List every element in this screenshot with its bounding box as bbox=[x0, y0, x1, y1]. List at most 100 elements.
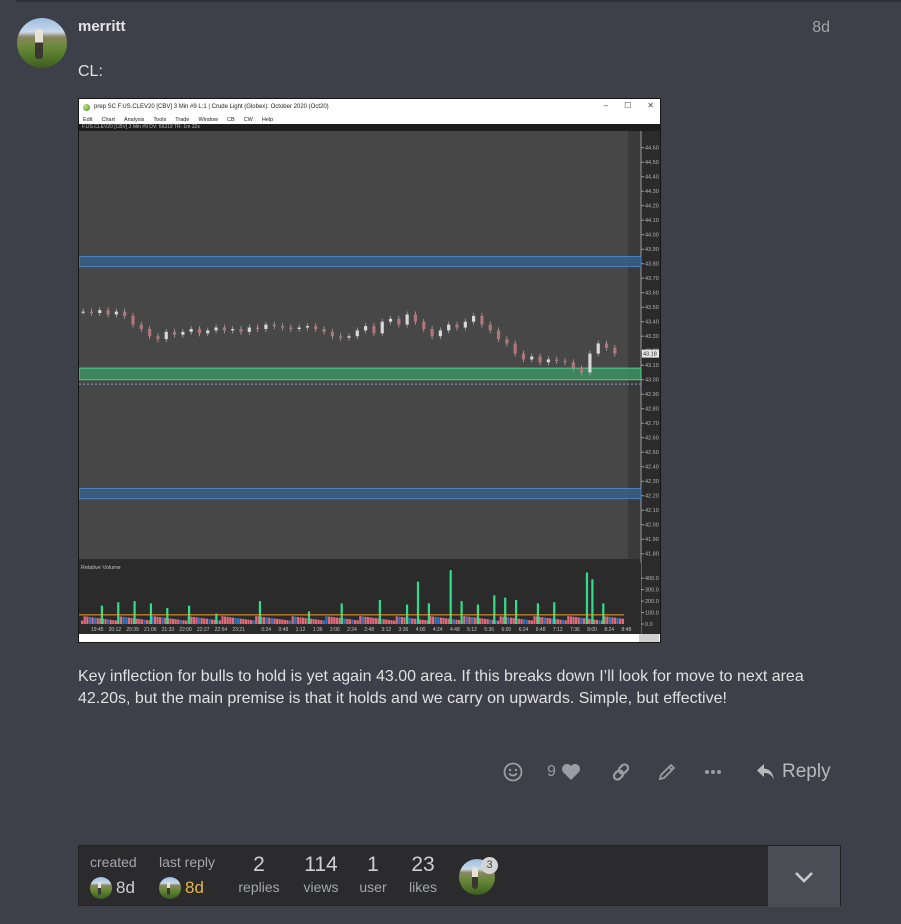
volume-spike-bar bbox=[493, 595, 496, 624]
price-tick-label: 42.50 bbox=[645, 450, 659, 456]
candle-body bbox=[106, 310, 110, 315]
volume-bar bbox=[109, 619, 112, 624]
top-divider bbox=[16, 0, 901, 2]
volume-bar bbox=[567, 616, 570, 624]
username[interactable]: merritt bbox=[78, 18, 126, 35]
candle-body bbox=[347, 336, 351, 338]
candle-body bbox=[131, 315, 135, 325]
candle-body bbox=[314, 326, 318, 329]
link-icon bbox=[612, 763, 630, 781]
maximize-icon: ☐ bbox=[624, 101, 632, 110]
volume-spike-bar bbox=[258, 601, 262, 624]
candle-body bbox=[447, 324, 451, 331]
candle-body bbox=[89, 311, 94, 314]
time-tick-label: 4:48 bbox=[450, 627, 460, 633]
price-tick-label: 43.50 bbox=[645, 305, 659, 311]
volume-bar bbox=[286, 620, 289, 624]
volume-bar bbox=[312, 619, 315, 624]
volume-bar bbox=[478, 618, 481, 624]
candle-body bbox=[613, 347, 617, 354]
volume-bar bbox=[520, 619, 523, 624]
volume-bar bbox=[255, 616, 258, 624]
volume-bar bbox=[411, 618, 414, 624]
volume-bar bbox=[263, 617, 266, 624]
user-avatar[interactable] bbox=[17, 18, 67, 68]
time-tick-label: 22:27 bbox=[197, 627, 210, 633]
volume-bar bbox=[174, 619, 177, 624]
volume-tick-label: 400.0 bbox=[645, 576, 659, 582]
chart-screenshot[interactable]: prep SC F.US.CLEV20 [CBV] 3 Min #9 L:1 |… bbox=[78, 98, 661, 643]
zone-support bbox=[79, 487, 642, 500]
candle-body bbox=[546, 359, 550, 363]
volume-bar bbox=[182, 620, 185, 624]
post-date[interactable]: 8d bbox=[812, 19, 830, 37]
volume-bar bbox=[143, 619, 146, 624]
price-tick-label: 44.50 bbox=[645, 160, 659, 166]
zone-resistance bbox=[79, 255, 642, 268]
volume-bar bbox=[252, 620, 255, 624]
volume-bar bbox=[335, 617, 338, 624]
reaction-button[interactable] bbox=[503, 758, 523, 786]
volume-bar bbox=[525, 619, 528, 624]
volume-bar bbox=[606, 616, 609, 624]
volume-spike-bar bbox=[406, 604, 409, 624]
like-button[interactable]: 9 bbox=[547, 758, 581, 786]
price-tick-label: 43.30 bbox=[645, 334, 659, 340]
volume-bar bbox=[185, 620, 188, 624]
window-menu-item-edit: Edit bbox=[83, 116, 93, 123]
likes-stat: 23 likes bbox=[405, 852, 441, 896]
candle-body bbox=[189, 328, 193, 332]
candle-body bbox=[272, 324, 276, 327]
volume-bar bbox=[86, 616, 89, 624]
volume-bar bbox=[437, 617, 440, 624]
volume-bar bbox=[125, 617, 128, 624]
time-tick-label: 1:36 bbox=[313, 627, 323, 633]
volume-bar bbox=[237, 618, 240, 624]
edit-button[interactable] bbox=[657, 758, 677, 786]
candle-body bbox=[81, 311, 85, 313]
price-tick-label: 43.80 bbox=[645, 262, 659, 268]
volume-bar bbox=[273, 618, 276, 624]
volume-bar bbox=[434, 616, 437, 624]
window-menu-item-analysis: Analysis bbox=[123, 116, 145, 123]
volume-spike-bar bbox=[602, 603, 605, 624]
share-link-button[interactable] bbox=[611, 758, 631, 786]
volume-bar bbox=[325, 616, 328, 624]
time-tick-label: 6:24 bbox=[519, 627, 529, 633]
volume-bar bbox=[203, 618, 206, 624]
volume-bar bbox=[543, 617, 546, 624]
candle-body bbox=[222, 327, 226, 331]
candle-body bbox=[397, 318, 401, 325]
time-tick-label: 22:54 bbox=[215, 627, 228, 633]
price-tick-label: 43.70 bbox=[645, 276, 659, 282]
volume-bar bbox=[276, 618, 279, 624]
expand-topic-map-button[interactable] bbox=[768, 846, 840, 907]
reply-label: Reply bbox=[782, 761, 831, 782]
created-value: 8d bbox=[116, 878, 135, 897]
volume-bar bbox=[244, 619, 247, 624]
volume-spike-bar bbox=[476, 604, 480, 624]
volume-bar bbox=[172, 618, 175, 624]
volume-bar bbox=[138, 618, 141, 624]
volume-bar bbox=[309, 618, 312, 624]
more-options-button[interactable] bbox=[703, 758, 723, 786]
time-tick-label: 8:24 bbox=[604, 627, 614, 633]
volume-bar bbox=[393, 620, 396, 624]
candle-body bbox=[181, 331, 185, 335]
volume-bar bbox=[463, 616, 466, 624]
reply-button[interactable]: Reply bbox=[756, 758, 831, 786]
volume-bar bbox=[107, 619, 110, 624]
volume-bar bbox=[130, 617, 133, 624]
candle-body bbox=[123, 311, 127, 316]
candle-body bbox=[206, 330, 210, 334]
last-reply-label: last reply bbox=[159, 854, 216, 870]
volume-bar bbox=[205, 618, 208, 624]
volume-bar bbox=[611, 617, 614, 624]
candle-body bbox=[114, 311, 118, 315]
volume-bar bbox=[304, 618, 307, 624]
volume-spike-bar bbox=[536, 603, 539, 624]
candle-body bbox=[239, 328, 243, 332]
like-count: 9 bbox=[547, 763, 556, 780]
volume-bar bbox=[250, 619, 253, 624]
likes-count: 23 bbox=[411, 853, 435, 876]
